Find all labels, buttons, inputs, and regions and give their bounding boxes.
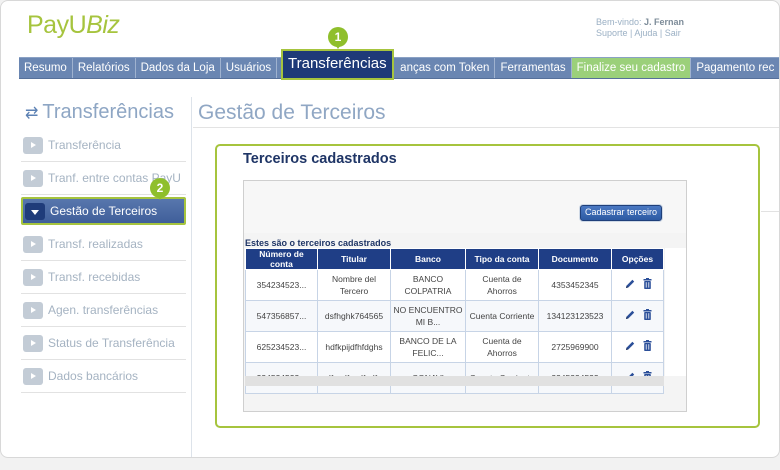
account-type-cell: Cuenta de Ahorros [465, 331, 539, 363]
table-row: 354234523... Nombre del Tercero BANCO CO… [245, 269, 664, 301]
nav-item-dados-loja[interactable]: Dados da Loja [136, 58, 221, 78]
trash-icon[interactable] [643, 340, 652, 351]
titular-cell: hdfkpijdfhfdghs [317, 331, 391, 363]
transfer-icon: ⇄ [25, 105, 39, 122]
title-divider [193, 127, 779, 128]
sidebar-menu: Transferência Tranf. entre contas PayU G… [21, 129, 186, 393]
bank-cell: NO ENCUENTRO MI B... [390, 300, 466, 332]
sidebar-item-label: Transf. recebidas [48, 270, 141, 284]
pencil-icon[interactable] [624, 340, 636, 352]
step-2-badge: 2 [150, 178, 170, 200]
pencil-icon[interactable] [624, 278, 636, 290]
account-number-cell: 625234523... [245, 331, 318, 363]
document-cell: 2725969900 [538, 331, 612, 363]
sidebar-item-label: Dados bancários [48, 369, 139, 383]
account-type-cell: Cuenta Corriente [465, 300, 539, 332]
nav-item-transferencias[interactable]: Transferências [281, 49, 394, 80]
pencil-icon[interactable] [624, 309, 636, 321]
trash-icon[interactable] [643, 278, 652, 289]
arrow-right-icon [23, 301, 43, 319]
arrow-right-icon [23, 334, 43, 352]
main-nav: Resumo Relatórios Dados da Loja Usuários… [19, 49, 779, 80]
column-header[interactable]: Titular [317, 248, 391, 270]
sidebar-item-transferencia[interactable]: Transferência [21, 129, 186, 162]
account-number-cell: 354234523... [245, 269, 318, 301]
page-title: Gestão de Terceiros [198, 101, 386, 124]
terceiros-panel: Terceiros cadastrados Cadastrar terceiro… [215, 144, 760, 428]
table-row: 547356857... dsfhghk764565 NO ENCUENTRO … [245, 300, 664, 332]
column-header: Opções [611, 248, 664, 270]
sidebar-item-label: Status de Transferência [48, 336, 175, 350]
horizontal-scrollbar[interactable] [245, 376, 664, 386]
document-cell: 134123123523 [538, 300, 612, 332]
trash-icon[interactable] [643, 309, 652, 320]
column-header[interactable]: Número de conta [245, 248, 318, 270]
sidebar-divider [191, 97, 192, 457]
sidebar-item-agen-transferencias[interactable]: Agen. transferências [21, 294, 186, 327]
table-header-row: Número de conta Titular Banco Tipo da co… [245, 248, 664, 270]
sidebar-item-gestao-terceiros[interactable]: Gestão de Terceiros [21, 197, 186, 225]
sidebar-item-label: Transferência [48, 138, 121, 152]
sidebar-item-status-transferencia[interactable]: Status de Transferência [21, 327, 186, 360]
nav-item-ferramentas[interactable]: Ferramentas [495, 58, 572, 78]
divider [761, 211, 779, 212]
arrow-right-icon [23, 367, 43, 385]
titular-cell: Nombre del Tercero [317, 269, 391, 301]
nav-item-usuarios[interactable]: Usuários [221, 58, 278, 78]
document-cell: 4353452345 [538, 269, 612, 301]
app-window: PayUBiz Bem-vindo: J. Fernan Suporte | A… [0, 0, 780, 458]
terceiros-frame: Cadastrar terceiro Estes são o terceiros… [243, 180, 687, 412]
sidebar-item-label: Transf. realizadas [48, 237, 143, 251]
terceiros-table: Número de conta Titular Banco Tipo da co… [245, 248, 664, 394]
nav-item-pagamento[interactable]: Pagamento rec [691, 58, 779, 78]
table-side-area [665, 248, 686, 376]
welcome-label: Bem-vindo: [596, 17, 642, 27]
account-number-cell: 547356857... [245, 300, 318, 332]
arrow-down-icon [25, 202, 45, 220]
sidebar-title: ⇄ Transferências [25, 101, 174, 123]
user-info: Bem-vindo: J. Fernan Suporte | Ajuda | S… [596, 17, 684, 39]
panel-title: Terceiros cadastrados [243, 151, 397, 167]
nav-item-cobrancas-token[interactable]: anças com Token [395, 58, 496, 78]
arrow-right-icon [23, 268, 43, 286]
account-type-cell: Cuenta de Ahorros [465, 269, 539, 301]
column-header[interactable]: Documento [538, 248, 612, 270]
sidebar-item-transf-recebidas[interactable]: Transf. recebidas [21, 261, 186, 294]
list-label: Estes são o terceiros cadastrados [245, 238, 392, 248]
sidebar-item-dados-bancarios[interactable]: Dados bancários [21, 360, 186, 393]
table-row: 625234523... hdfkpijdfhfdghs BANCO DE LA… [245, 331, 664, 363]
bank-cell: BANCO COLPATRIA [390, 269, 466, 301]
options-cell [611, 269, 664, 301]
sidebar-item-label: Gestão de Terceiros [50, 204, 158, 218]
user-links[interactable]: Suporte | Ajuda | Sair [596, 28, 684, 39]
sidebar-item-transf-realizadas[interactable]: Transf. realizadas [21, 228, 186, 261]
options-cell [611, 300, 664, 332]
arrow-right-icon [23, 235, 43, 253]
nav-item-resumo[interactable]: Resumo [19, 58, 73, 78]
sidebar-item-label: Agen. transferências [48, 303, 159, 317]
nav-item-finalize-cadastro[interactable]: Finalize seu cadastro [571, 58, 692, 78]
titular-cell: dsfhghk764565 [317, 300, 391, 332]
payu-biz-logo[interactable]: PayUBiz [27, 11, 120, 40]
step-1-badge: 1 [328, 27, 348, 49]
column-header[interactable]: Tipo da conta [465, 248, 539, 270]
bank-cell: BANCO DE LA FELIC... [390, 331, 466, 363]
arrow-right-icon [23, 136, 43, 154]
user-name: J. Fernan [644, 17, 685, 27]
options-cell [611, 331, 664, 363]
arrow-right-icon [23, 169, 43, 187]
cadastrar-terceiro-button[interactable]: Cadastrar terceiro [580, 205, 663, 221]
column-header[interactable]: Banco [390, 248, 466, 270]
nav-item-relatorios[interactable]: Relatórios [73, 58, 136, 78]
